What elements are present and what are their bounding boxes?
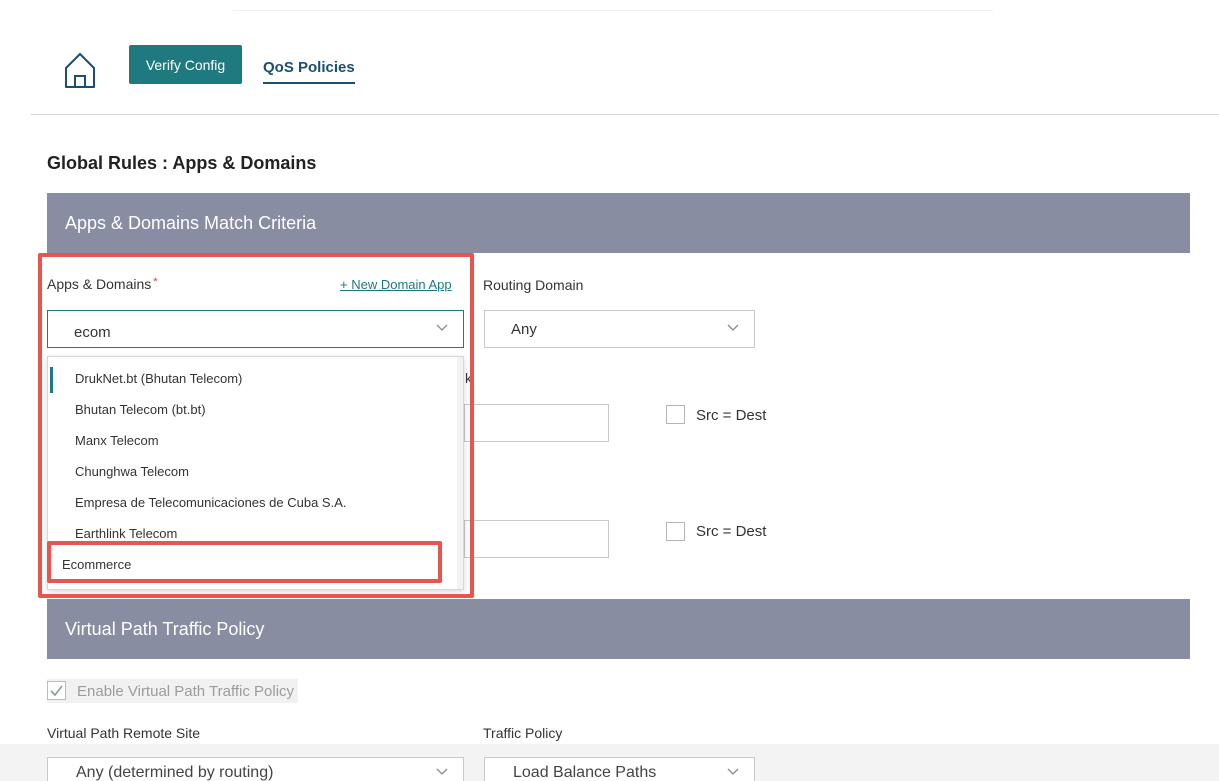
src-dest-label-1: Src = Dest: [696, 407, 767, 424]
src-dest-label-2: Src = Dest: [696, 523, 767, 540]
destination-field[interactable]: [464, 520, 609, 558]
traffic-policy-value: Load Balance Paths: [513, 764, 657, 781]
src-dest-checkbox-1[interactable]: [666, 405, 685, 424]
traffic-policy-label: Traffic Policy: [483, 725, 563, 741]
top-divider: [233, 10, 993, 11]
match-criteria-title: Apps & Domains Match Criteria: [65, 212, 317, 233]
chevron-down-icon: [727, 768, 739, 775]
enable-traffic-policy-row[interactable]: Enable Virtual Path Traffic Policy: [47, 679, 299, 703]
remote-site-label: Virtual Path Remote Site: [47, 725, 201, 741]
src-dest-checkbox-2[interactable]: [666, 522, 685, 541]
verify-config-button[interactable]: Verify Config: [129, 45, 242, 84]
chevron-down-icon: [727, 324, 739, 331]
routing-domain-value: Any: [511, 320, 537, 338]
checkmark-icon: [50, 685, 63, 697]
highlight-frame-option: [47, 541, 442, 583]
enable-traffic-policy-label: Enable Virtual Path Traffic Policy: [77, 682, 295, 700]
enable-traffic-policy-checkbox[interactable]: [47, 681, 66, 700]
traffic-policy-select[interactable]: Load Balance Paths: [484, 757, 755, 781]
remote-site-select[interactable]: Any (determined by routing): [47, 757, 464, 781]
traffic-policy-title: Virtual Path Traffic Policy: [65, 618, 265, 639]
chevron-down-icon: [436, 768, 448, 775]
home-icon[interactable]: [62, 50, 98, 90]
match-criteria-header: Apps & Domains Match Criteria: [47, 193, 1190, 253]
traffic-policy-header: Virtual Path Traffic Policy: [47, 599, 1190, 659]
source-field[interactable]: [464, 404, 609, 442]
routing-domain-select[interactable]: Any: [484, 310, 755, 348]
remote-site-value: Any (determined by routing): [76, 764, 274, 781]
routing-domain-label: Routing Domain: [483, 277, 584, 293]
tab-qos-policies[interactable]: QoS Policies: [263, 59, 355, 84]
header-divider: [31, 114, 1219, 115]
page-title: Global Rules : Apps & Domains: [47, 153, 317, 173]
